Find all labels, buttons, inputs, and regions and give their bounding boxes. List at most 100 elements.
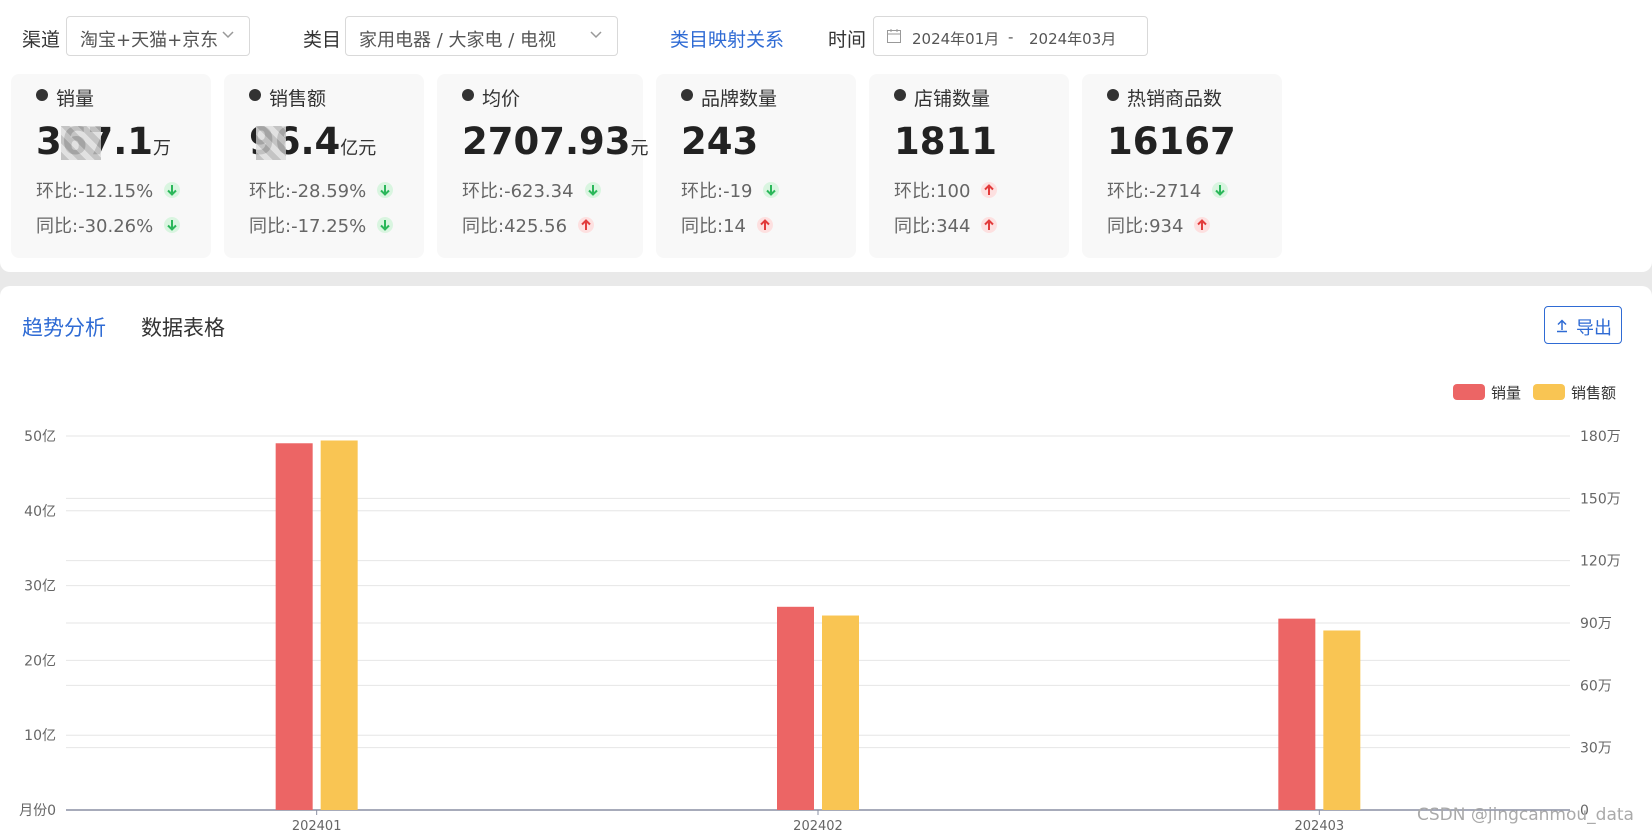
kpi-mom-row: 环比:-12.15% — [36, 177, 181, 203]
date-end[interactable]: 2024年03月 — [1029, 28, 1116, 49]
yoy-label: 同比: — [681, 216, 724, 237]
tab-data-table[interactable]: 数据表格 — [141, 312, 225, 342]
yoy-label: 同比: — [249, 216, 292, 237]
category-mapping-link[interactable]: 类目映射关系 — [670, 25, 784, 52]
arrow-up-icon — [578, 217, 595, 233]
bullet-dot — [36, 89, 48, 101]
bullet-dot — [681, 89, 693, 101]
mom-label: 环比: — [249, 181, 292, 202]
kpi-yoy-row: 同比:425.56 — [462, 212, 595, 238]
kpi-card-shop-count: 店铺数量 1811 环比:100 同比:344 — [869, 74, 1069, 258]
kpi-title: 销售额 — [269, 88, 327, 110]
channel-select[interactable]: 淘宝+天猫+京东 — [66, 16, 250, 56]
export-label: 导出 — [1576, 318, 1612, 339]
arrow-down-icon — [584, 182, 601, 198]
kpi-value: 2707.93元 — [462, 120, 649, 163]
arrow-down-icon — [1212, 182, 1229, 198]
mom-label: 环比: — [462, 181, 505, 202]
time-label: 时间 — [828, 29, 867, 51]
yoy-value: -17.25% — [291, 216, 367, 237]
channel-select-value: 淘宝+天猫+京东 — [80, 30, 219, 51]
legend-label: 销售额 — [1571, 384, 1617, 402]
kpi-title: 热销商品数 — [1127, 88, 1223, 110]
bullet-dot — [249, 89, 261, 101]
yoy-value: 934 — [1149, 216, 1184, 237]
mom-label: 环比: — [1107, 181, 1150, 202]
mom-label: 环比: — [36, 181, 79, 202]
kpi-mom-row: 环比:-28.59% — [249, 177, 394, 203]
mom-value: -2714 — [1149, 181, 1202, 202]
kpi-title: 均价 — [482, 88, 521, 110]
chevron-down-icon — [222, 31, 234, 39]
category-select-value: 家用电器 / 大家电 / 电视 — [359, 30, 557, 51]
arrow-up-icon — [756, 217, 773, 233]
date-range-picker[interactable]: 2024年01月 - 2024年03月 — [873, 16, 1148, 56]
bullet-dot — [1107, 89, 1119, 101]
kpi-card-average-price: 均价 2707.93元 环比:-623.34 同比:425.56 — [437, 74, 649, 258]
kpi-value: 1811 — [894, 120, 997, 163]
yoy-label: 同比: — [894, 216, 937, 237]
yoy-label: 同比: — [1107, 216, 1150, 237]
yoy-label: 同比: — [36, 216, 79, 237]
date-start[interactable]: 2024年01月 — [912, 28, 999, 49]
yoy-label: 同比: — [462, 216, 505, 237]
arrow-up-icon — [981, 182, 998, 198]
legend-swatch — [1453, 384, 1485, 400]
blur-mask — [61, 126, 101, 160]
upload-icon — [1557, 319, 1567, 333]
kpi-mom-row: 环比:-19 — [681, 177, 780, 203]
category-label: 类目 — [303, 29, 342, 51]
calendar-icon — [887, 29, 901, 43]
kpi-value: 16167 — [1107, 120, 1236, 163]
kpi-mom-row: 环比:-2714 — [1107, 177, 1229, 203]
yoy-value: 425.56 — [504, 216, 568, 237]
arrow-down-icon — [164, 182, 181, 198]
kpi-yoy-row: 同比:-17.25% — [249, 212, 394, 238]
kpi-title: 销量 — [56, 88, 95, 110]
kpi-title: 店铺数量 — [914, 88, 991, 110]
yoy-value: 14 — [723, 216, 746, 237]
kpi-title: 品牌数量 — [701, 88, 778, 110]
kpi-yoy-row: 同比:14 — [681, 212, 774, 238]
arrow-up-icon — [981, 217, 998, 233]
filter-bar: 渠道 淘宝+天猫+京东 类目 家用电器 / 大家电 / 电视 类目映射关系 时间… — [0, 0, 1652, 74]
arrow-down-icon — [164, 217, 181, 233]
arrow-down-icon — [377, 217, 394, 233]
bullet-dot — [462, 89, 474, 101]
arrow-down-icon — [763, 182, 780, 198]
blur-mask — [256, 126, 286, 160]
analysis-panel: 趋势分析 数据表格 导出 销量 销售额 — [0, 286, 1652, 835]
kpi-number: 2707.93 — [462, 120, 631, 163]
bullet-dot — [894, 89, 906, 101]
legend-label: 销量 — [1491, 384, 1522, 402]
kpi-mom-row: 环比:-623.34 — [462, 177, 602, 203]
yoy-value: 344 — [936, 216, 971, 237]
kpi-yoy-row: 同比:934 — [1107, 212, 1211, 238]
kpi-number: 243 — [681, 120, 759, 163]
category-select[interactable]: 家用电器 / 大家电 / 电视 — [345, 16, 618, 56]
kpi-card-hot-products: 热销商品数 16167 环比:-2714 同比:934 — [1082, 74, 1282, 258]
date-separator: - — [1008, 28, 1014, 46]
mom-value: 100 — [936, 181, 971, 202]
kpi-number: 16167 — [1107, 120, 1236, 163]
kpi-yoy-row: 同比:-30.26% — [36, 212, 181, 238]
mom-value: -623.34 — [504, 181, 574, 202]
arrow-up-icon — [1194, 217, 1211, 233]
kpi-value: 243 — [681, 120, 758, 163]
legend-swatch — [1533, 384, 1565, 400]
export-button[interactable]: 导出 — [1544, 306, 1622, 344]
mom-label: 环比: — [681, 181, 724, 202]
chevron-down-icon — [590, 31, 602, 39]
kpi-unit: 元 — [630, 138, 649, 159]
mom-value: -12.15% — [78, 181, 154, 202]
kpi-unit: 万 — [153, 138, 172, 159]
mom-value: -28.59% — [291, 181, 367, 202]
kpi-card-sales-volume: 销量 367.1万 环比:-12.15% 同比:-30.26% — [11, 74, 211, 258]
channel-label: 渠道 — [22, 29, 61, 51]
watermark: CSDN @jingcanmou_data — [1417, 805, 1634, 825]
kpi-card-sales-amount: 销售额 96.4亿元 环比:-28.59% 同比:-17.25% — [224, 74, 424, 258]
mom-label: 环比: — [894, 181, 937, 202]
tab-trend-analysis[interactable]: 趋势分析 — [22, 312, 106, 342]
kpi-yoy-row: 同比:344 — [894, 212, 998, 238]
arrow-down-icon — [377, 182, 394, 198]
